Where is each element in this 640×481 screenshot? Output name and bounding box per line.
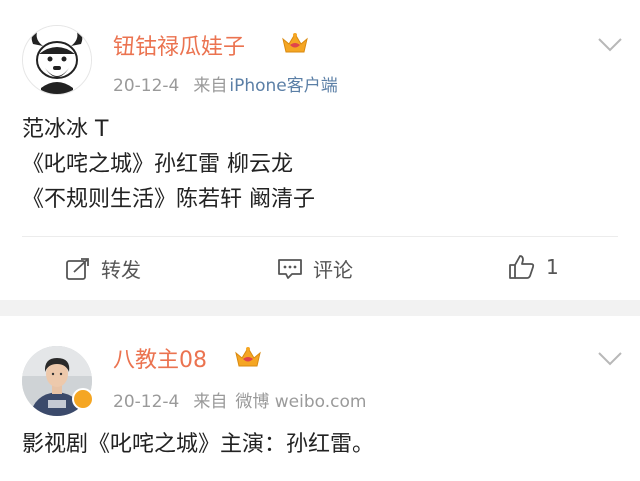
post-separator	[0, 300, 640, 316]
post-source-link[interactable]: iPhone客户端	[229, 76, 337, 96]
like-count: 1	[546, 255, 559, 279]
comment-icon	[278, 258, 302, 279]
thumbs-up-icon	[509, 255, 535, 279]
post-content: 影视剧《叱咤之城》主演：孙红雷。	[22, 427, 374, 462]
post-text-line: 《不规则生活》陈若轩 阚清子	[22, 187, 315, 212]
cartoon-bull-avatar-icon	[23, 26, 91, 94]
username[interactable]: 钮钴禄瓜娃子	[113, 29, 245, 61]
repost-button[interactable]: 转发	[65, 254, 141, 283]
repost-icon	[66, 257, 89, 280]
post-text-line: 《叱咤之城》孙红雷 柳云龙	[22, 152, 293, 177]
from-label: 来自	[193, 76, 228, 96]
post-text-line: 范冰冰 T	[22, 117, 109, 142]
feed-post: 钮钴禄瓜娃子 20-12-4 来自 iPhone客户端 范冰冰 T 《叱咤之城》孙红…	[0, 0, 640, 300]
post-date: 20-12-4	[113, 76, 180, 96]
repost-label: 转发	[101, 258, 141, 282]
action-bar: 转发 评论 1	[0, 238, 640, 298]
post-source: 微博 weibo.com	[235, 392, 367, 412]
verified-badge-icon	[72, 388, 94, 410]
avatar[interactable]	[22, 25, 92, 95]
post-text-line: 影视剧《叱咤之城》主演：孙红雷。	[22, 432, 375, 457]
username[interactable]: 八教主08	[113, 342, 207, 374]
like-button[interactable]: 1	[508, 254, 559, 280]
post-content: 范冰冰 T 《叱咤之城》孙红雷 柳云龙 《不规则生活》陈若轩 阚清子	[22, 112, 315, 217]
chevron-down-icon[interactable]	[596, 350, 624, 368]
feed-post: 八教主08 20-12-4 来自 微博 weibo.com 影视剧《叱咤之城》主演：…	[0, 316, 640, 481]
divider	[22, 236, 618, 237]
vip-crown-icon	[282, 33, 308, 53]
from-label: 来自	[193, 392, 228, 412]
vip-crown-icon	[235, 347, 261, 367]
post-date: 20-12-4	[113, 392, 180, 412]
post-meta: 20-12-4 来自 iPhone客户端	[113, 71, 352, 96]
comment-button[interactable]: 评论	[277, 254, 353, 283]
comment-label: 评论	[313, 258, 353, 282]
chevron-down-icon[interactable]	[596, 36, 624, 54]
post-meta: 20-12-4 来自 微博 weibo.com	[113, 387, 380, 412]
